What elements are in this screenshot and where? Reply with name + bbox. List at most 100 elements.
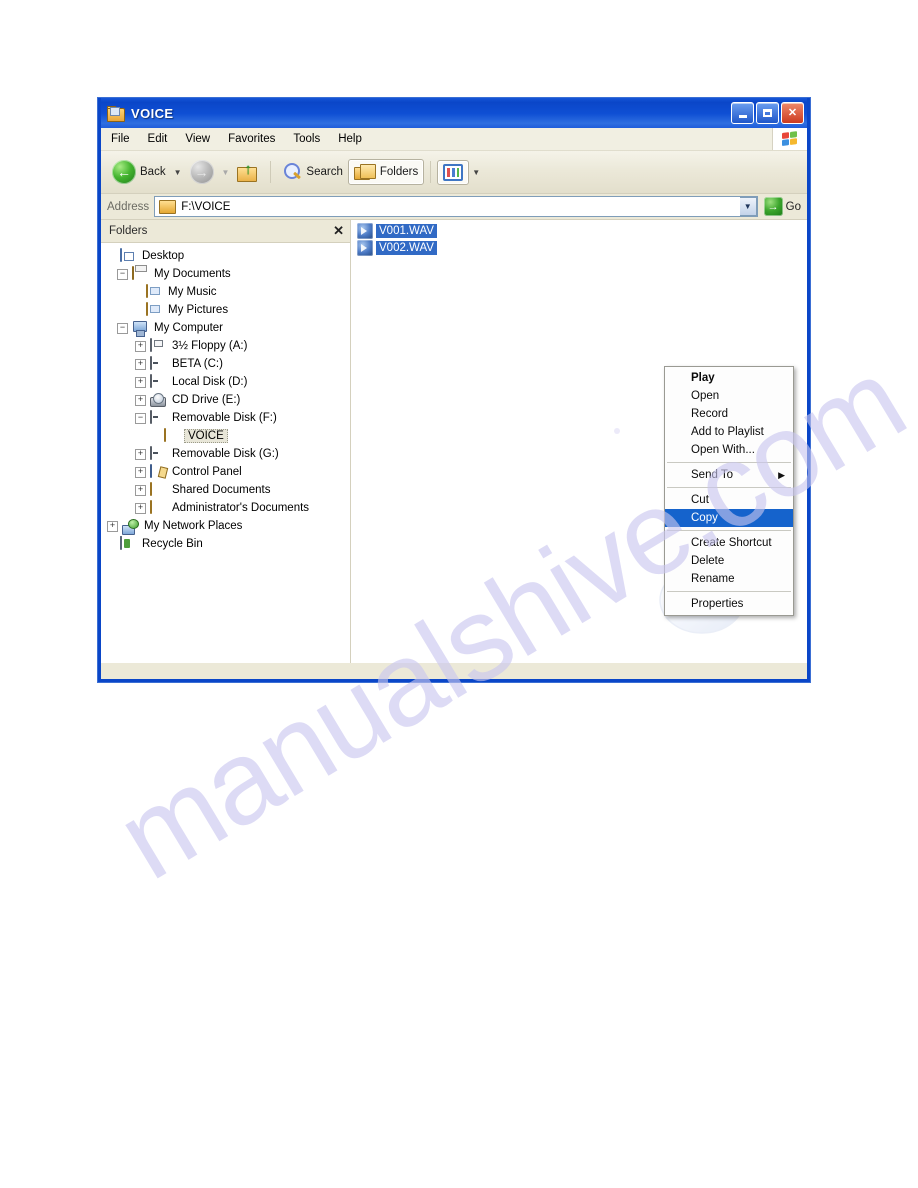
tree-item-local-disk-d[interactable]: + Local Disk (D:) [105, 373, 350, 391]
tree-item-my-network-places[interactable]: + My Network Places [105, 517, 350, 535]
expander-plus-icon[interactable]: + [135, 376, 146, 388]
network-places-icon [122, 519, 138, 534]
folders-icon [353, 163, 376, 181]
tree-item-label: Local Disk (D:) [172, 376, 248, 388]
expander-plus-icon[interactable]: + [135, 340, 146, 352]
explorer-window: VOICE ✕ File Edit View Favorites Tools H… [98, 98, 810, 682]
up-one-level-button[interactable]: ↑ [232, 159, 264, 185]
expander-plus-icon[interactable]: + [135, 466, 146, 478]
tree-item-floppy-a[interactable]: + 3½ Floppy (A:) [105, 337, 350, 355]
file-item-v002[interactable]: V002.WAV [357, 239, 437, 256]
folder-icon [150, 481, 166, 498]
views-button[interactable] [437, 159, 470, 185]
recycle-bin-icon [120, 535, 136, 552]
context-menu-item-label: Send To [691, 469, 733, 481]
window-body: Folders ✕ Desktop − My Documents My Musi… [101, 220, 807, 663]
forward-button[interactable]: → [185, 157, 219, 187]
expander-minus-icon[interactable]: − [117, 268, 128, 280]
tree-item-removable-disk-f[interactable]: − Removable Disk (F:) [105, 409, 350, 427]
tree-item-label: Administrator's Documents [172, 502, 310, 514]
expander-plus-icon[interactable]: + [135, 358, 146, 370]
hard-drive-icon [150, 355, 166, 372]
context-menu-item-delete[interactable]: Delete [665, 552, 793, 570]
search-button[interactable]: Search [277, 159, 347, 185]
tree-item-removable-disk-g[interactable]: + Removable Disk (G:) [105, 445, 350, 463]
expander-plus-icon[interactable]: + [135, 502, 146, 514]
context-menu-item-copy[interactable]: Copy [665, 509, 793, 527]
tree-item-beta-c[interactable]: + BETA (C:) [105, 355, 350, 373]
tree-item-voice[interactable]: VOICE [105, 427, 350, 445]
menu-item-help[interactable]: Help [330, 131, 370, 147]
tree-item-recycle-bin[interactable]: Recycle Bin [105, 535, 350, 553]
tree-item-shared-documents[interactable]: + Shared Documents [105, 481, 350, 499]
tree-item-label: Removable Disk (F:) [172, 412, 277, 424]
menu-item-tools[interactable]: Tools [285, 131, 328, 147]
expander-plus-icon[interactable]: + [135, 394, 146, 406]
close-button[interactable]: ✕ [781, 102, 804, 124]
floppy-drive-icon [150, 337, 166, 354]
context-menu-item-open-with[interactable]: Open With... [665, 441, 793, 459]
go-button[interactable]: → Go [758, 197, 807, 216]
views-icon [443, 163, 464, 181]
context-menu-item-create-shortcut[interactable]: Create Shortcut [665, 534, 793, 552]
folder-icon [150, 499, 166, 516]
context-menu-item-rename[interactable]: Rename [665, 570, 793, 588]
tree-item-cd-drive-e[interactable]: + CD Drive (E:) [105, 391, 350, 409]
expander-minus-icon[interactable]: − [117, 322, 128, 334]
context-menu-item-cut[interactable]: Cut [665, 491, 793, 509]
my-music-folder-icon [146, 283, 162, 300]
tree-item-label: Control Panel [172, 466, 242, 478]
expander-plus-icon[interactable]: + [135, 484, 146, 496]
context-menu-separator [667, 530, 791, 531]
folder-icon [164, 427, 180, 444]
close-folders-pane-icon[interactable]: ✕ [333, 223, 344, 239]
tree-item-control-panel[interactable]: + Control Panel [105, 463, 350, 481]
expander-plus-icon[interactable]: + [135, 448, 146, 460]
context-menu-item-record[interactable]: Record [665, 405, 793, 423]
folders-label: Folders [379, 166, 419, 178]
expander-minus-icon[interactable]: − [135, 412, 146, 424]
menu-item-favorites[interactable]: Favorites [220, 131, 283, 147]
back-dropdown-chevron-icon[interactable]: ▼ [174, 168, 182, 177]
my-documents-icon [132, 265, 148, 282]
context-menu-item-add-to-playlist[interactable]: Add to Playlist [665, 423, 793, 441]
context-menu-item-properties[interactable]: Properties [665, 595, 793, 613]
context-menu[interactable]: Play Open Record Add to Playlist Open Wi… [664, 366, 794, 616]
tree-item-my-music[interactable]: My Music [105, 283, 350, 301]
expander-plus-icon[interactable]: + [107, 520, 118, 532]
maximize-button[interactable] [756, 102, 779, 124]
menu-item-edit[interactable]: Edit [140, 131, 176, 147]
tree-item-my-pictures[interactable]: My Pictures [105, 301, 350, 319]
back-button[interactable]: ← Back [107, 157, 171, 187]
menu-item-file[interactable]: File [103, 131, 138, 147]
context-menu-item-send-to[interactable]: Send To ▶ [665, 466, 793, 484]
up-folder-icon: ↑ [237, 162, 259, 182]
context-menu-separator [667, 591, 791, 592]
tree-item-my-documents[interactable]: − My Documents [105, 265, 350, 283]
minimize-button[interactable] [731, 102, 754, 124]
file-item-v001[interactable]: V001.WAV [357, 222, 437, 239]
tree-item-my-computer[interactable]: − My Computer [105, 319, 350, 337]
tree-item-label: BETA (C:) [172, 358, 223, 370]
file-list-pane[interactable]: V001.WAV V002.WAV Play Open Record Add t… [351, 220, 807, 663]
address-dropdown-chevron-icon[interactable]: ▼ [739, 197, 757, 216]
tree-item-label: My Music [168, 286, 217, 298]
folders-button[interactable]: Folders [347, 159, 425, 185]
toolbar-separator-2 [430, 161, 432, 183]
wav-file-icon [357, 239, 373, 256]
window-title: VOICE [131, 105, 174, 121]
views-dropdown-chevron-icon[interactable]: ▼ [472, 168, 480, 177]
menu-item-view[interactable]: View [177, 131, 218, 147]
context-menu-item-play[interactable]: Play [665, 369, 793, 387]
context-menu-separator [667, 487, 791, 488]
tree-item-desktop[interactable]: Desktop [105, 247, 350, 265]
folders-pane-header: Folders ✕ [101, 220, 350, 243]
tree-item-label: VOICE [184, 429, 228, 443]
context-menu-item-open[interactable]: Open [665, 387, 793, 405]
tree-item-administrators-documents[interactable]: + Administrator's Documents [105, 499, 350, 517]
go-label: Go [785, 200, 801, 213]
address-input[interactable]: F:\VOICE ▼ [154, 196, 758, 217]
go-arrow-icon: → [763, 197, 783, 216]
hard-drive-icon [150, 373, 166, 390]
address-value: F:\VOICE [181, 200, 231, 213]
